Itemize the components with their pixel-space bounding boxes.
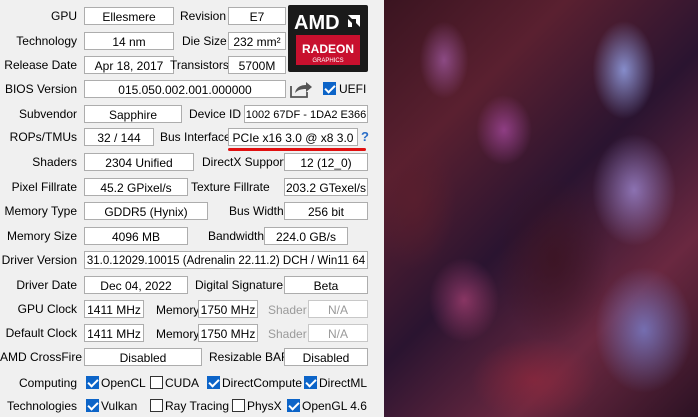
uefi-label: UEFI — [339, 82, 367, 96]
digital-signature-label: Digital Signature — [195, 278, 284, 292]
physx-checkbox[interactable] — [232, 399, 245, 412]
transistors-field[interactable]: 5700M — [228, 56, 286, 74]
resizable-bar-field[interactable]: Disabled — [284, 348, 368, 366]
physx-label: PhysX — [247, 399, 282, 413]
default-memory-field[interactable]: 1750 MHz — [198, 324, 258, 342]
device-id-label: Device ID — [189, 107, 242, 121]
background-image — [384, 0, 698, 417]
release-date-field[interactable]: Apr 18, 2017 — [84, 56, 174, 74]
driver-version-field[interactable]: 31.0.12029.10015 (Adrenalin 22.11.2) DCH… — [84, 251, 368, 269]
directcompute-label: DirectCompute — [222, 376, 303, 390]
memory-clock-label: Memory — [156, 303, 200, 317]
default-shader-field[interactable]: N/A — [308, 324, 368, 342]
bus-width-label: Bus Width — [229, 204, 284, 218]
shader-clock-label: Shader — [268, 303, 307, 317]
default-shader-label: Shader — [268, 327, 307, 341]
svg-text:GRAPHICS: GRAPHICS — [312, 58, 343, 64]
driver-version-label: Driver Version — [1, 253, 77, 267]
vulkan-checkbox[interactable] — [86, 399, 99, 412]
die-size-field[interactable]: 232 mm² — [228, 32, 286, 50]
uefi-checkbox[interactable] — [323, 82, 336, 95]
resizable-bar-label: Resizable BAR — [209, 350, 290, 364]
cuda-checkbox[interactable] — [150, 376, 163, 389]
directml-label: DirectML — [319, 376, 368, 390]
shaders-field[interactable]: 2304 Unified — [84, 153, 194, 171]
directx-label: DirectX Support — [202, 155, 287, 169]
graphics-card-panel: GPU Ellesmere Revision E7 Technology 14 … — [0, 0, 384, 417]
bios-label: BIOS Version — [4, 82, 77, 96]
subvendor-label: Subvendor — [18, 107, 77, 121]
memory-type-label: Memory Type — [4, 204, 77, 218]
crossfire-label: AMD CrossFire — [0, 350, 83, 364]
crossfire-field[interactable]: Disabled — [84, 348, 202, 366]
die-size-label: Die Size — [182, 34, 227, 48]
ray-tracing-label: Ray Tracing — [165, 399, 230, 413]
bandwidth-label: Bandwidth — [208, 229, 265, 243]
opengl-checkbox[interactable] — [287, 399, 300, 412]
highlight-underline — [228, 148, 366, 151]
bios-field[interactable]: 015.050.002.001.000000 — [84, 80, 286, 98]
technologies-label: Technologies — [6, 399, 77, 413]
memory-size-field[interactable]: 4096 MB — [84, 227, 188, 245]
svg-text:AMD: AMD — [294, 12, 340, 34]
bus-interface-label: Bus Interface — [160, 130, 231, 144]
texture-fillrate-label: Texture Fillrate — [191, 180, 270, 194]
directx-field[interactable]: 12 (12_0) — [284, 153, 368, 171]
shaders-label: Shaders — [32, 155, 77, 169]
ray-tracing-checkbox[interactable] — [150, 399, 163, 412]
bandwidth-field[interactable]: 224.0 GB/s — [264, 227, 348, 245]
vulkan-label: Vulkan — [101, 399, 138, 413]
default-clock-label: Default Clock — [5, 326, 77, 340]
memory-size-label: Memory Size — [6, 229, 77, 243]
opencl-checkbox[interactable] — [86, 376, 99, 389]
rops-label: ROPs/TMUs — [9, 130, 77, 144]
revision-label: Revision — [180, 9, 227, 23]
gpu-field[interactable]: Ellesmere — [84, 7, 174, 25]
cuda-label: CUDA — [165, 376, 200, 390]
gpu-clock-field[interactable]: 1411 MHz — [84, 300, 144, 318]
directcompute-checkbox[interactable] — [207, 376, 220, 389]
driver-date-field[interactable]: Dec 04, 2022 — [84, 276, 188, 294]
transistors-label: Transistors — [170, 58, 229, 72]
default-memory-label: Memory — [156, 327, 200, 341]
pixel-fillrate-field[interactable]: 45.2 GPixel/s — [84, 178, 188, 196]
texture-fillrate-field[interactable]: 203.2 GTexel/s — [284, 178, 368, 196]
directml-checkbox[interactable] — [304, 376, 317, 389]
opengl-label: OpenGL 4.6 — [302, 399, 367, 413]
memory-type-field[interactable]: GDDR5 (Hynix) — [84, 202, 208, 220]
svg-text:RADEON: RADEON — [302, 42, 354, 56]
gpu-label: GPU — [50, 9, 77, 23]
driver-date-label: Driver Date — [16, 278, 77, 292]
revision-field[interactable]: E7 — [228, 7, 286, 25]
help-icon[interactable]: ? — [361, 129, 369, 144]
amd-radeon-logo: AMD RADEON GRAPHICS — [288, 5, 368, 72]
release-date-label: Release Date — [4, 58, 77, 72]
opencl-label: OpenCL — [101, 376, 146, 390]
pixel-fillrate-label: Pixel Fillrate — [11, 180, 77, 194]
rops-field[interactable]: 32 / 144 — [84, 128, 154, 146]
share-icon[interactable] — [289, 80, 313, 98]
computing-label: Computing — [18, 376, 77, 390]
bus-interface-field[interactable]: PCIe x16 3.0 @ x8 3.0 — [228, 128, 358, 146]
technology-label: Technology — [16, 34, 77, 48]
gpu-clock-label: GPU Clock — [17, 302, 77, 316]
shader-clock-field[interactable]: N/A — [308, 300, 368, 318]
technology-field[interactable]: 14 nm — [84, 32, 174, 50]
device-id-field[interactable]: 1002 67DF - 1DA2 E366 — [244, 105, 368, 123]
memory-clock-field[interactable]: 1750 MHz — [198, 300, 258, 318]
subvendor-field[interactable]: Sapphire — [84, 105, 182, 123]
digital-signature-field[interactable]: Beta — [284, 276, 368, 294]
default-clock-field[interactable]: 1411 MHz — [84, 324, 144, 342]
bus-width-field[interactable]: 256 bit — [284, 202, 368, 220]
